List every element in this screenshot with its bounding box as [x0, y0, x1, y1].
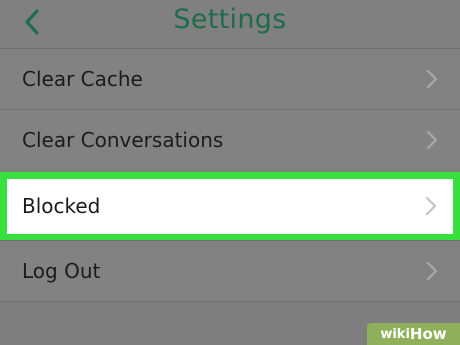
settings-item-label: Log Out: [22, 259, 101, 283]
settings-item-clear-cache[interactable]: Clear Cache: [0, 49, 460, 109]
divider: [0, 301, 460, 302]
watermark-how-text: How: [409, 325, 447, 343]
settings-item-log-out[interactable]: Log Out: [0, 241, 460, 301]
chevron-right-icon: [426, 130, 438, 150]
page-title: Settings: [173, 4, 287, 35]
chevron-right-icon: [426, 261, 438, 281]
settings-item-label: Clear Conversations: [22, 128, 224, 152]
settings-item-label: Blocked: [22, 194, 101, 218]
settings-item-label: Clear Cache: [22, 67, 143, 91]
chevron-right-icon: [426, 69, 438, 89]
settings-screen: Settings Clear Cache Clear Conversations…: [0, 0, 460, 345]
watermark-wiki-text: wiki: [380, 326, 410, 342]
wikihow-watermark: wiki How: [367, 323, 460, 345]
settings-item-clear-conversations[interactable]: Clear Conversations: [0, 110, 460, 170]
header-bar: Settings: [0, 0, 460, 44]
chevron-right-icon: [425, 196, 437, 216]
settings-item-blocked[interactable]: Blocked: [0, 172, 460, 241]
